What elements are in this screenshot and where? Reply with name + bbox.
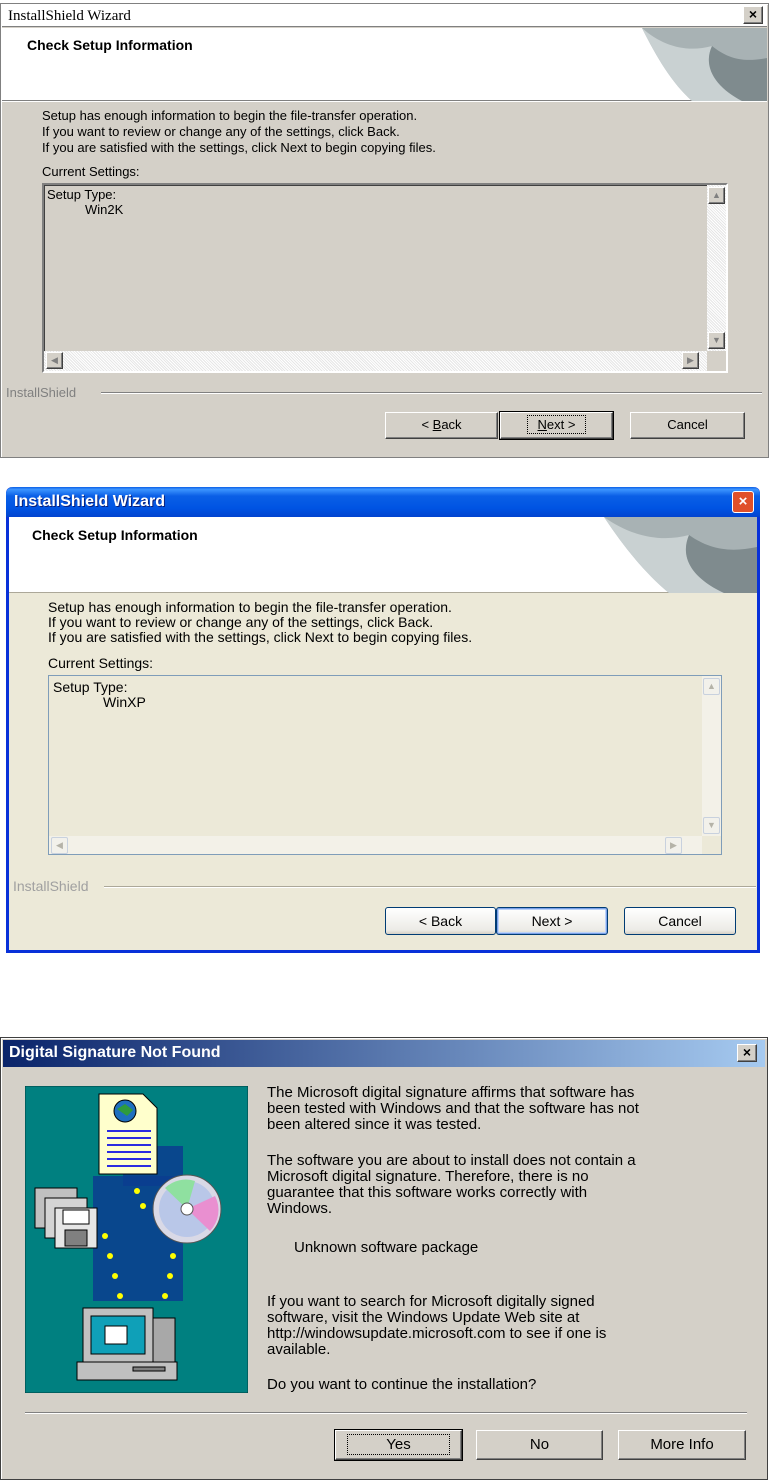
more-info-button[interactable]: More Info — [618, 1430, 746, 1460]
next-button[interactable]: Next > — [499, 411, 614, 440]
current-settings-label: Current Settings: — [42, 164, 140, 179]
current-settings-label: Current Settings: — [48, 655, 154, 671]
vertical-scrollbar[interactable]: ▲ ▼ — [702, 676, 721, 836]
scroll-up-icon[interactable]: ▲ — [703, 678, 720, 695]
brand-label: InstallShield — [6, 385, 77, 400]
text-line: software, visit the Windows Update Web s… — [267, 1309, 580, 1326]
curled-page-icon — [604, 517, 757, 593]
settings-box[interactable]: Setup Type: Win2K ▲ ▼ ◀ ▶ — [42, 183, 728, 373]
window-title: InstallShield Wizard — [14, 493, 165, 510]
setup-type-label: Setup Type: — [47, 187, 117, 202]
signature-paragraph-3: If you want to search for Microsoft digi… — [267, 1294, 606, 1358]
intro-text: Setup has enough information to begin th… — [42, 108, 436, 156]
back-button[interactable]: < Back — [385, 907, 496, 935]
focus-rect: Next > — [526, 415, 587, 434]
intro-line: Setup has enough information to begin th… — [48, 599, 452, 615]
scroll-up-icon[interactable]: ▲ — [708, 187, 725, 204]
settings-box[interactable]: Setup Type: WinXP ▲ ▼ ◀ ▶ — [48, 675, 722, 855]
scroll-left-icon[interactable]: ◀ — [51, 837, 68, 854]
vertical-scrollbar[interactable]: ▲ ▼ — [707, 185, 726, 351]
intro-text: Setup has enough information to begin th… — [48, 600, 472, 645]
wizard-header: Check Setup Information — [9, 517, 757, 593]
header-title: Check Setup Information — [32, 527, 198, 543]
horizontal-scrollbar[interactable]: ◀ ▶ — [44, 351, 707, 371]
title-bar[interactable]: InstallShield Wizard × — [6, 487, 760, 517]
scroll-down-icon[interactable]: ▼ — [708, 332, 725, 349]
curled-page-icon — [642, 28, 767, 101]
intro-line: If you want to review or change any of t… — [42, 124, 400, 139]
continue-question: Do you want to continue the installation… — [267, 1376, 537, 1393]
wizard-header: Check Setup Information — [2, 28, 767, 101]
digital-signature-dialog: Digital Signature Not Found × The Micros… — [0, 1037, 768, 1480]
title-bar[interactable]: Digital Signature Not Found × — [3, 1040, 765, 1067]
text-line: Microsoft digital signature. Therefore, … — [267, 1168, 589, 1185]
text-line: Windows. — [267, 1200, 333, 1217]
back-button[interactable]: < Back — [385, 412, 498, 439]
signature-paragraph-1: The Microsoft digital signature affirms … — [267, 1085, 639, 1133]
yes-label: Yes — [347, 1434, 450, 1455]
intro-line: If you want to review or change any of t… — [48, 614, 434, 630]
text-line: The software you are about to install do… — [267, 1152, 636, 1169]
next-rest: ext > — [546, 417, 576, 432]
package-name: Unknown software package — [294, 1239, 479, 1256]
divider — [104, 886, 756, 888]
intro-line: Setup has enough information to begin th… — [42, 108, 418, 123]
setup-type-value: WinXP — [103, 694, 146, 710]
text-line: The Microsoft digital signature affirms … — [267, 1084, 635, 1101]
signature-paragraph-2: The software you are about to install do… — [267, 1153, 636, 1217]
text-line: available. — [267, 1341, 331, 1358]
divider — [25, 1412, 747, 1414]
intro-line: If you are satisfied with the settings, … — [42, 140, 436, 155]
installshield-dialog-winxp: InstallShield Wizard × Check Setup Infor… — [6, 487, 760, 953]
close-icon: × — [742, 1044, 752, 1060]
back-rest: ack — [441, 417, 462, 432]
divider — [101, 392, 762, 394]
scroll-left-icon[interactable]: ◀ — [46, 352, 63, 369]
close-button[interactable]: × — [732, 491, 754, 513]
window-title: Digital Signature Not Found — [9, 1044, 221, 1061]
header-title: Check Setup Information — [27, 37, 193, 53]
close-button[interactable]: × — [743, 6, 763, 24]
brand-label: InstallShield — [13, 878, 89, 894]
yes-button[interactable]: Yes — [334, 1429, 463, 1461]
signature-illustration-icon — [25, 1086, 248, 1393]
next-mnemonic: N — [537, 417, 547, 432]
text-line: guarantee that this software works corre… — [267, 1184, 588, 1201]
scroll-right-icon[interactable]: ▶ — [665, 837, 682, 854]
intro-line: If you are satisfied with the settings, … — [48, 629, 473, 645]
text-line: been tested with Windows and that the so… — [267, 1100, 639, 1117]
close-button[interactable]: × — [737, 1044, 757, 1062]
close-icon: × — [748, 6, 758, 22]
window-title: InstallShield Wizard — [8, 8, 131, 24]
next-button[interactable]: Next > — [496, 907, 608, 935]
back-prefix: < — [421, 417, 433, 432]
scroll-right-icon[interactable]: ▶ — [682, 352, 699, 369]
cancel-button[interactable]: Cancel — [624, 907, 736, 935]
setup-type-label: Setup Type: — [53, 679, 128, 695]
setup-type-value: Win2K — [85, 202, 124, 217]
text-line: http://windowsupdate.microsoft.com to se… — [267, 1325, 607, 1342]
cancel-button[interactable]: Cancel — [630, 412, 745, 439]
text-line: If you want to search for Microsoft digi… — [267, 1293, 595, 1310]
close-icon: × — [738, 493, 748, 510]
scroll-down-icon[interactable]: ▼ — [703, 817, 720, 834]
horizontal-scrollbar[interactable]: ◀ ▶ — [49, 836, 702, 854]
installshield-dialog-win2k: InstallShield Wizard × Check Setup Infor… — [0, 3, 769, 458]
text-line: been altered since it was tested. — [267, 1116, 482, 1133]
title-bar[interactable]: InstallShield Wizard × — [2, 5, 767, 27]
no-button[interactable]: No — [476, 1430, 603, 1460]
